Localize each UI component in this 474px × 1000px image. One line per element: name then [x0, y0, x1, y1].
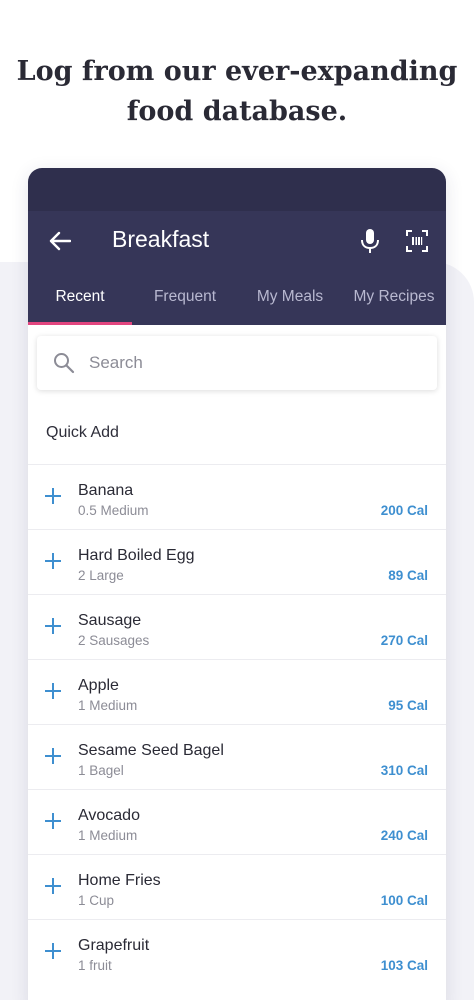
food-serving: 1 Bagel: [78, 763, 124, 778]
food-name: Apple: [78, 677, 119, 694]
headline-line-1: Log from our ever-expanding: [16, 56, 458, 87]
food-calories: 89 Cal: [388, 568, 428, 583]
barcode-scan-icon[interactable]: [405, 229, 429, 253]
list-item[interactable]: Home Fries 1 Cup 100 Cal: [28, 854, 446, 919]
tab-my-recipes[interactable]: My Recipes: [342, 281, 446, 325]
food-name: Banana: [78, 482, 134, 499]
food-calories: 95 Cal: [388, 698, 428, 713]
microphone-icon[interactable]: [358, 228, 382, 254]
food-serving: 1 Medium: [78, 698, 138, 713]
back-arrow-icon[interactable]: [48, 229, 72, 253]
food-serving: 1 Cup: [78, 893, 115, 908]
recent-foods-list: Banana 0.5 Medium 200 Cal Hard Boiled Eg…: [28, 464, 446, 984]
food-calories: 200 Cal: [380, 503, 428, 518]
status-bar: [28, 168, 446, 211]
food-calories: 103 Cal: [380, 958, 428, 973]
plus-icon[interactable]: [44, 747, 62, 765]
list-item[interactable]: Apple 1 Medium 95 Cal: [28, 659, 446, 724]
tab-my-meals[interactable]: My Meals: [238, 281, 342, 325]
list-item[interactable]: Banana 0.5 Medium 200 Cal: [28, 464, 446, 529]
list-item[interactable]: Grapefruit 1 fruit 103 Cal: [28, 919, 446, 984]
plus-icon[interactable]: [44, 877, 62, 895]
promo-headline: Log from our ever-expanding food databas…: [0, 52, 474, 132]
list-item[interactable]: Hard Boiled Egg 2 Large 89 Cal: [28, 529, 446, 594]
food-calories: 310 Cal: [380, 763, 428, 778]
search-input[interactable]: [89, 350, 419, 376]
tab-frequent[interactable]: Frequent: [132, 281, 238, 325]
food-serving: 1 fruit: [78, 958, 112, 973]
food-name: Sesame Seed Bagel: [78, 742, 224, 759]
search-icon: [53, 352, 75, 374]
food-name: Hard Boiled Egg: [78, 547, 195, 564]
tab-bar: Recent Frequent My Meals My Recipes: [28, 281, 446, 325]
page-title: Breakfast: [112, 226, 210, 252]
food-name: Grapefruit: [78, 937, 150, 954]
food-name: Home Fries: [78, 872, 161, 889]
plus-icon[interactable]: [44, 812, 62, 830]
phone-screen: Breakfast Recent Frequent My Meals My Re…: [28, 168, 446, 1000]
plus-icon[interactable]: [44, 487, 62, 505]
headline-line-2: food database.: [126, 96, 348, 127]
food-serving: 2 Large: [78, 568, 124, 583]
list-item[interactable]: Avocado 1 Medium 240 Cal: [28, 789, 446, 854]
plus-icon[interactable]: [44, 942, 62, 960]
tab-recent[interactable]: Recent: [28, 281, 132, 325]
food-name: Sausage: [78, 612, 142, 629]
list-item[interactable]: Sausage 2 Sausages 270 Cal: [28, 594, 446, 659]
food-name: Avocado: [78, 807, 140, 824]
food-serving: 1 Medium: [78, 828, 138, 843]
food-calories: 240 Cal: [380, 828, 428, 843]
search-bar[interactable]: [37, 336, 437, 390]
food-calories: 100 Cal: [380, 893, 428, 908]
food-serving: 0.5 Medium: [78, 503, 149, 518]
list-item[interactable]: Sesame Seed Bagel 1 Bagel 310 Cal: [28, 724, 446, 789]
plus-icon[interactable]: [44, 682, 62, 700]
plus-icon[interactable]: [44, 552, 62, 570]
plus-icon[interactable]: [44, 617, 62, 635]
food-calories: 270 Cal: [380, 633, 428, 648]
active-tab-indicator: [28, 322, 132, 325]
quick-add-heading[interactable]: Quick Add: [46, 424, 119, 442]
food-serving: 2 Sausages: [78, 633, 150, 648]
